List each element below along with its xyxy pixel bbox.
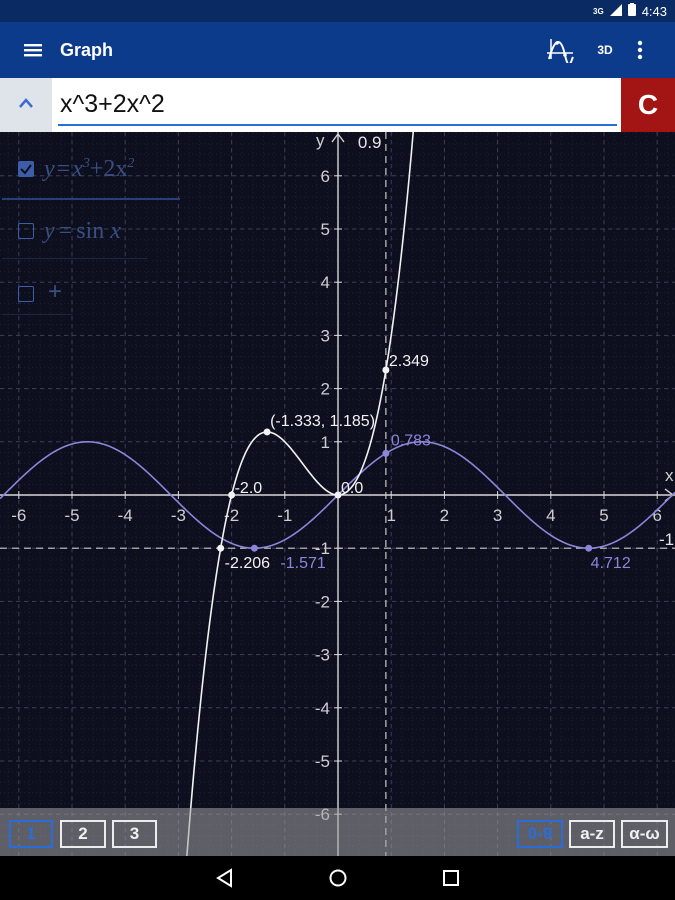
equation-checkbox[interactable]	[18, 161, 34, 177]
collapse-button[interactable]	[0, 78, 52, 132]
equation-text[interactable]: y=x3+2x2	[44, 156, 134, 183]
point-label: -1.571	[280, 555, 325, 572]
point-marker	[585, 544, 593, 552]
y-tick-label: 4	[321, 273, 330, 292]
network-icon: 3G	[593, 6, 604, 16]
x-tick-label: 1	[386, 506, 395, 525]
keyboard-tab-digits[interactable]: 0-9	[517, 820, 563, 848]
app-title: Graph	[60, 40, 114, 60]
keyboard-tab-1[interactable]: 1	[9, 820, 53, 848]
battery-icon	[627, 3, 636, 19]
system-nav-bar	[0, 856, 675, 900]
recents-square-icon[interactable]	[439, 866, 463, 890]
y-tick-label: -4	[315, 699, 330, 718]
trace-y-label: -1	[659, 530, 674, 549]
x-tick-label: 2	[440, 506, 449, 525]
equation-row[interactable]: y = sin x	[2, 206, 147, 259]
x-tick-label: -6	[11, 506, 26, 525]
equation-row[interactable]: y=x3+2x2	[2, 146, 180, 200]
equation-checkbox[interactable]	[18, 223, 34, 239]
point-label: -2.206	[225, 555, 270, 572]
y-tick-label: 1	[321, 433, 330, 452]
mode-3d-button[interactable]: 3D	[594, 36, 616, 64]
y-tick-label: 3	[321, 326, 330, 345]
point-label: 4.712	[591, 555, 631, 572]
equation-text[interactable]: y = sin x	[44, 218, 121, 245]
signal-icon	[609, 3, 622, 19]
trace-x-label: 0.9	[358, 133, 382, 152]
point-label: -2.0	[235, 480, 263, 497]
keyboard-tab-3[interactable]: 3	[112, 820, 157, 848]
point-label: 0.783	[391, 432, 431, 449]
back-triangle-icon[interactable]	[213, 866, 237, 890]
point-marker	[250, 544, 258, 552]
y-tick-label: -2	[315, 592, 330, 611]
x-axis-label: x	[665, 466, 674, 485]
keyboard-tab-greek[interactable]: α-ω	[621, 820, 668, 848]
clear-button[interactable]: C	[621, 78, 675, 132]
y-tick-label: -3	[315, 646, 330, 665]
y-axis-label: y	[316, 132, 325, 150]
status-bar: 3G 4:43	[0, 0, 675, 22]
y-tick-label: 6	[321, 167, 330, 186]
function-plot-icon[interactable]	[546, 36, 576, 64]
keyboard-tabs-bar: 1 2 3 0-9 a-z α-ω	[0, 808, 675, 856]
point-marker	[217, 544, 225, 552]
x-tick-label: 5	[599, 506, 608, 525]
y-tick-label: 5	[321, 220, 330, 239]
point-label: 0.0	[341, 480, 363, 497]
y-tick-label: 2	[321, 380, 330, 399]
hamburger-menu-icon[interactable]	[22, 39, 44, 61]
expression-input[interactable]	[58, 84, 617, 126]
clock: 4:43	[641, 3, 667, 19]
expression-bar: C	[0, 78, 675, 132]
y-tick-label: -5	[315, 752, 330, 771]
x-tick-label: -4	[118, 506, 133, 525]
home-circle-icon[interactable]	[326, 866, 350, 890]
keyboard-tab-2[interactable]: 2	[60, 820, 106, 848]
add-equation-button[interactable]: +	[48, 278, 62, 306]
x-tick-label: -1	[277, 506, 292, 525]
x-tick-label: -5	[64, 506, 79, 525]
point-label: 2.349	[389, 353, 429, 370]
point-label: (-1.333, 1.185)	[270, 413, 375, 430]
point-marker	[382, 449, 390, 457]
x-tick-label: 4	[546, 506, 555, 525]
equation-checkbox[interactable]	[18, 286, 34, 302]
chevron-up-icon	[18, 96, 34, 114]
app-bar: Graph 3D	[0, 22, 675, 78]
keyboard-tab-letters[interactable]: a-z	[569, 820, 615, 848]
more-vert-icon[interactable]	[630, 36, 650, 64]
x-tick-label: -3	[171, 506, 186, 525]
equation-row-add[interactable]: +	[2, 266, 72, 315]
x-tick-label: 3	[493, 506, 502, 525]
